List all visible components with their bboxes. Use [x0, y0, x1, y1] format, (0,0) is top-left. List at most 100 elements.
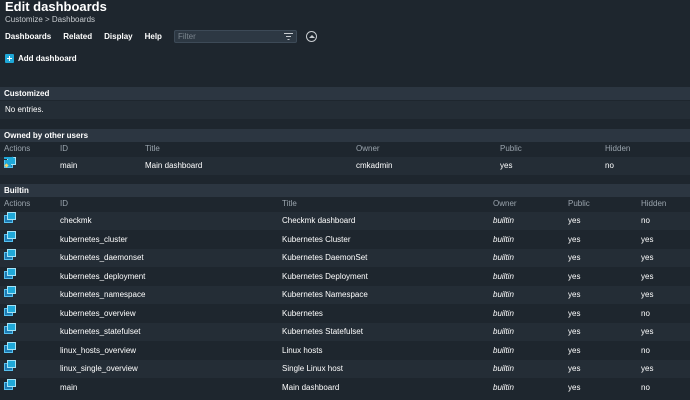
cell-title: Kubernetes Cluster: [282, 235, 351, 244]
col-title[interactable]: Title: [282, 198, 297, 210]
cell-id: kubernetes_statefulset: [60, 327, 141, 336]
table-row: main Main dashboard builtin yes no: [0, 379, 690, 397]
clone-icon[interactable]: [4, 249, 16, 260]
cell-id: main: [60, 161, 78, 170]
cell-id: kubernetes_namespace: [60, 290, 146, 299]
menu-help[interactable]: Help: [145, 32, 162, 41]
cell-owner: builtin: [493, 272, 514, 281]
col-owner[interactable]: Owner: [493, 198, 517, 210]
section-builtin: Builtin: [0, 184, 690, 197]
cell-id: kubernetes_deployment: [60, 272, 146, 281]
table-row: kubernetes_overview Kubernetes builtin yes n…: [0, 305, 690, 323]
cell-hidden: yes: [641, 290, 654, 299]
menu-related[interactable]: Related: [63, 32, 92, 41]
cell-title: Checkmk dashboard: [282, 216, 356, 225]
cell-public: yes: [568, 272, 581, 281]
table-row: kubernetes_daemonset Kubernetes DaemonSet…: [0, 249, 690, 267]
cell-hidden: no: [641, 346, 650, 355]
menu-dashboards[interactable]: Dashboards: [5, 32, 51, 41]
clone-icon[interactable]: [4, 231, 16, 242]
cell-title: Kubernetes DaemonSet: [282, 253, 368, 262]
cell-title: Kubernetes Namespace: [282, 290, 368, 299]
cell-id: main: [60, 383, 78, 392]
builtin-column-headers: Actions ID Title Owner Public Hidden: [0, 198, 690, 210]
cell-owner: builtin: [493, 383, 514, 392]
clone-icon[interactable]: [4, 305, 16, 316]
clone-icon[interactable]: [4, 268, 16, 279]
add-dashboard-button[interactable]: Add dashboard: [3, 51, 81, 65]
menubar: Dashboards Related Display Help: [0, 28, 690, 45]
cell-id: kubernetes_daemonset: [60, 253, 144, 262]
table-row: kubernetes_statefulset Kubernetes Statefu…: [0, 323, 690, 341]
col-actions: Actions: [4, 144, 31, 153]
owned-column-headers: Actions ID Title Owner Public Hidden: [0, 143, 690, 155]
page-title: Edit dashboards: [5, 0, 107, 14]
clone-icon[interactable]: [4, 360, 16, 371]
cell-public: yes: [568, 309, 581, 318]
col-owner[interactable]: Owner: [356, 143, 380, 155]
cell-public: yes: [500, 161, 513, 170]
col-public[interactable]: Public: [568, 198, 590, 210]
clone-icon[interactable]: [4, 379, 16, 390]
no-entries-text: No entries.: [0, 101, 690, 119]
cell-owner: cmkadmin: [356, 161, 393, 170]
cell-owner: builtin: [493, 253, 514, 262]
filter-icon[interactable]: [284, 32, 293, 41]
add-dashboard-label: Add dashboard: [18, 53, 77, 63]
clone-icon[interactable]: [4, 286, 16, 297]
cell-public: yes: [568, 364, 581, 373]
cell-owner: builtin: [493, 327, 514, 336]
clone-icon[interactable]: [4, 212, 16, 223]
cell-title: Kubernetes: [282, 309, 323, 318]
cell-public: yes: [568, 253, 581, 262]
page-header: Edit dashboards Customize > Dashboards: [0, 0, 690, 28]
chevron-up-icon[interactable]: [306, 31, 317, 42]
cell-hidden: yes: [641, 272, 654, 281]
cell-hidden: no: [605, 161, 614, 170]
cell-hidden: no: [641, 216, 650, 225]
cell-public: yes: [568, 290, 581, 299]
cell-hidden: yes: [641, 364, 654, 373]
menu-display[interactable]: Display: [104, 32, 132, 41]
section-customized: Customized: [0, 87, 690, 100]
cell-hidden: yes: [641, 235, 654, 244]
table-row: kubernetes_deployment Kubernetes Deployme…: [0, 268, 690, 286]
col-title[interactable]: Title: [145, 143, 160, 155]
table-row: linux_hosts_overview Linux hosts builtin ye…: [0, 342, 690, 360]
cell-public: yes: [568, 235, 581, 244]
table-row: checkmk Checkmk dashboard builtin yes no: [0, 212, 690, 230]
col-id[interactable]: ID: [60, 143, 68, 155]
cell-title: Main dashboard: [282, 383, 340, 392]
cell-title: Linux hosts: [282, 346, 323, 355]
cell-owner: builtin: [493, 290, 514, 299]
cell-owner: builtin: [493, 235, 514, 244]
clone-icon[interactable]: [4, 342, 16, 353]
cell-hidden: yes: [641, 327, 654, 336]
cell-title: Kubernetes Deployment: [282, 272, 368, 281]
col-hidden[interactable]: Hidden: [641, 198, 666, 210]
cell-owner: builtin: [493, 364, 514, 373]
cell-owner: builtin: [493, 216, 514, 225]
cell-title: Main dashboard: [145, 161, 203, 170]
col-public[interactable]: Public: [500, 143, 522, 155]
cell-public: yes: [568, 216, 581, 225]
col-id[interactable]: ID: [60, 198, 68, 210]
filter-input[interactable]: [175, 31, 280, 42]
cell-public: yes: [568, 383, 581, 392]
cell-hidden: yes: [641, 253, 654, 262]
cell-hidden: no: [641, 383, 650, 392]
action-bar: Add dashboard: [0, 48, 690, 68]
pencil-icon[interactable]: [4, 157, 14, 167]
plus-icon: [5, 53, 14, 63]
table-row: linux_single_overview Single Linux host bu…: [0, 360, 690, 378]
col-hidden[interactable]: Hidden: [605, 143, 630, 155]
clone-icon[interactable]: [4, 323, 16, 334]
breadcrumb[interactable]: Customize > Dashboards: [5, 14, 685, 25]
col-actions: Actions: [4, 199, 31, 208]
table-row: kubernetes_cluster Kubernetes Cluster buil…: [0, 231, 690, 249]
section-owned: Owned by other users: [0, 129, 690, 142]
cell-public: yes: [568, 346, 581, 355]
cell-owner: builtin: [493, 346, 514, 355]
table-row: kubernetes_namespace Kubernetes Namespace…: [0, 286, 690, 304]
cell-hidden: no: [641, 309, 650, 318]
